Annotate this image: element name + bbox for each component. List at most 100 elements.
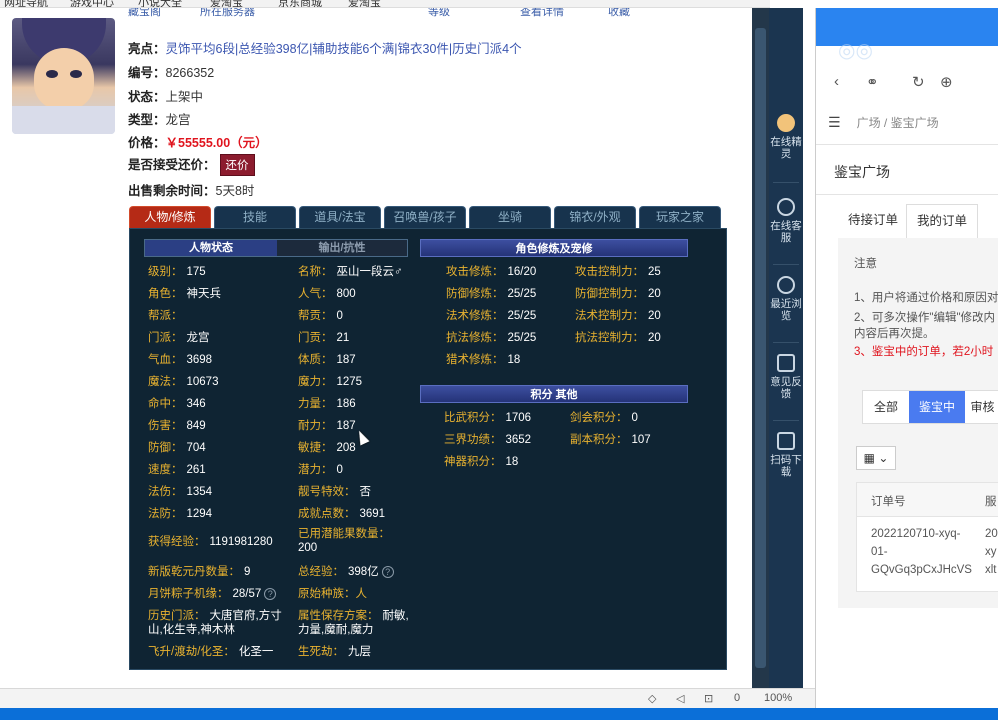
edit-icon xyxy=(777,354,795,372)
id-row: 编号：8266352 xyxy=(128,66,215,80)
points-merit: 三界功绩： 3652 xyxy=(444,434,532,446)
time-row: 出售剩余时间：5天8时 xyxy=(128,184,255,198)
sprite-face-icon xyxy=(777,114,795,132)
download-icon[interactable]: ⊡ xyxy=(704,692,713,705)
panel-nav: ‹ ⚭ ↻ ⊕ xyxy=(816,68,998,98)
stat-guild-contrib: 帮贡： 0 xyxy=(298,310,343,322)
bookmark-item[interactable]: 爱淘宝 xyxy=(210,0,243,7)
price-row: 价格：￥55555.00（元） xyxy=(128,136,268,150)
dock-recent[interactable]: 最近浏览 xyxy=(770,276,802,322)
character-subtabs: 人物状态 输出/抗性 xyxy=(144,239,408,257)
refresh-icon[interactable]: ↻ xyxy=(912,73,925,91)
bargain-button[interactable]: 还价 xyxy=(219,154,255,176)
stat-potion: 已用潜能果数量： 200 xyxy=(298,528,390,554)
tab-pending-orders[interactable]: 待接订单 xyxy=(838,204,908,238)
stat-plan: 属性保存方案： 耐敏,力量,魔耐,魔力 xyxy=(298,610,409,636)
type-row: 类型：龙宫 xyxy=(128,113,191,127)
help-icon[interactable]: ? xyxy=(381,566,394,578)
tab-character[interactable]: 人物/修炼 xyxy=(129,206,211,228)
globe-icon[interactable]: ⊕ xyxy=(940,73,953,91)
highlights-value: 灵饰平均6段|总经验398亿|辅助技能6个满|锦衣30件|历史门派4个 xyxy=(165,42,522,56)
status-row: 状态：上架中 xyxy=(128,90,204,104)
dock-scan[interactable]: 扫码下载 xyxy=(770,432,802,478)
stat-hp: 气血： 3698 xyxy=(148,354,213,366)
stat-damage: 伤害： 849 xyxy=(148,420,206,432)
bookmark-item[interactable]: 游戏中心 xyxy=(70,0,114,7)
tab-mounts[interactable]: 坐骑 xyxy=(469,206,551,228)
stat-life-tribulation: 生死劫： 九层 xyxy=(298,646,371,658)
stat-race: 原始种族：人 xyxy=(298,588,367,600)
back-icon[interactable]: ‹ xyxy=(834,73,839,90)
bookmark-item[interactable]: 网址导航 xyxy=(4,0,48,7)
topline-site[interactable]: 藏宝阁 xyxy=(128,8,161,18)
table-row[interactable]: 2022120710-xyq- 01- GQvGq3pCxJHcVS 20 xy… xyxy=(857,518,998,592)
subtab-status[interactable]: 人物状态 xyxy=(145,240,277,256)
col-next: 服 xyxy=(985,496,997,508)
tab-outfits[interactable]: 锦衣/外观 xyxy=(554,206,636,228)
dock-online-sprite[interactable]: 在线精灵 xyxy=(770,114,802,160)
stat-mag-def: 法防： 1294 xyxy=(148,508,213,520)
breadcrumb-root[interactable]: 广场 xyxy=(857,116,881,130)
topline-fav-link[interactable]: 收藏 xyxy=(608,8,630,18)
os-taskbar xyxy=(0,708,998,720)
filter-all[interactable]: 全部 xyxy=(863,391,909,423)
right-browser-panel: ◎◎ ‹ ⚭ ↻ ⊕ ☰ 广场 / 鉴宝广场 鉴宝广场 待接订单 我的订单 注意 … xyxy=(815,8,998,708)
bookmarks-bar: 网址导航 游戏中心 小说大全 爱淘宝 京东商城 爱淘宝 xyxy=(0,0,770,8)
listing-page: 藏宝阁 所在服务器 等级 查看详情 收藏 亮点：灵饰平均6段|总经验398亿|辅… xyxy=(0,8,752,688)
highlights-row: 亮点：灵饰平均6段|总经验398亿|辅助技能6个满|锦衣30件|历史门派4个 xyxy=(128,42,522,56)
shield-icon[interactable]: ◇ xyxy=(648,692,656,705)
breadcrumb-leaf[interactable]: 鉴宝广场 xyxy=(891,116,939,130)
notice-line-3: 3、鉴宝中的订单，若2小时 xyxy=(854,346,994,358)
extension-counter[interactable]: 0 xyxy=(734,692,740,704)
dock-feedback[interactable]: 意见反馈 xyxy=(770,354,802,400)
page-scrollbar[interactable] xyxy=(752,8,769,688)
filter-review[interactable]: 审核 xyxy=(965,391,998,423)
column-toggle-button[interactable]: ▦ ⌄ xyxy=(856,446,896,470)
stat-name: 名称： 巫山一段云♂ xyxy=(298,266,403,278)
notice-line-2: 2、可多次操作"编辑"修改内 xyxy=(854,312,996,324)
points-header: 积分 其他 xyxy=(420,385,688,403)
character-panel: 人物状态 输出/抗性 角色修炼及宠修 积分 其他 级别： 175 角色： 神天兵 帮… xyxy=(129,228,727,670)
tab-skills[interactable]: 技能 xyxy=(214,206,296,228)
side-dock: 在线精灵 在线客服 最近浏览 意见反馈 扫码下载 xyxy=(769,8,803,688)
stat-role: 角色： 神天兵 xyxy=(148,288,221,300)
col-order-id: 订单号 xyxy=(871,496,906,508)
stat-defense: 防御： 704 xyxy=(148,442,206,454)
help-icon[interactable]: ? xyxy=(264,588,277,600)
points-pvp: 比武积分： 1706 xyxy=(444,412,532,424)
bookmark-item[interactable]: 小说大全 xyxy=(138,0,182,7)
cultivation-header: 角色修炼及宠修 xyxy=(420,239,688,257)
menu-icon[interactable]: ☰ xyxy=(828,114,841,130)
stat-exp: 获得经验： 1191981280 xyxy=(148,536,273,548)
topline-detail-link[interactable]: 查看详情 xyxy=(520,8,564,18)
tab-items[interactable]: 道具/法宝 xyxy=(299,206,381,228)
listing-topline: 藏宝阁 所在服务器 等级 查看详情 收藏 xyxy=(128,8,728,18)
bargain-row: 是否接受还价： 还价 xyxy=(128,154,255,176)
scrollbar-thumb[interactable] xyxy=(755,28,766,668)
speaker-icon[interactable]: ◁ xyxy=(676,692,684,705)
brand-logo: ◎◎ xyxy=(838,40,873,62)
bookmark-item[interactable]: 京东商城 xyxy=(278,0,322,7)
subtab-output[interactable]: 输出/抗性 xyxy=(277,240,407,256)
notice-line-2b: 内容后再次提。 xyxy=(854,328,935,340)
stat-magic: 魔力： 1275 xyxy=(298,376,363,388)
bookmark-item[interactable]: 爱淘宝 xyxy=(348,0,381,7)
link-icon[interactable]: ⚭ xyxy=(866,73,879,91)
cult-hunting: 猎术修炼： 18 xyxy=(446,354,521,366)
stat-sect-contrib: 门贡： 21 xyxy=(298,332,350,344)
grid-icon: ▦ xyxy=(863,451,875,465)
tab-my-orders[interactable]: 我的订单 xyxy=(906,204,979,238)
zoom-level[interactable]: 100% xyxy=(764,692,792,704)
scan-icon xyxy=(777,432,795,450)
stat-mag-dmg: 法伤： 1354 xyxy=(148,486,213,498)
type-value: 龙宫 xyxy=(165,113,191,127)
breadcrumb: ☰ 广场 / 鉴宝广场 xyxy=(828,114,939,130)
tab-home[interactable]: 玩家之家 xyxy=(639,206,721,228)
orders-table: 订单号 服 2022120710-xyq- 01- GQvGq3pCxJHcVS… xyxy=(856,482,998,592)
topline-level: 等级 xyxy=(428,8,450,18)
dock-customer-service[interactable]: 在线客服 xyxy=(770,198,802,244)
stat-agility: 敏捷： 208 xyxy=(298,442,356,454)
filter-active[interactable]: 鉴宝中 xyxy=(909,391,965,423)
points-sword: 剑会积分： 0 xyxy=(570,412,638,424)
tab-pets[interactable]: 召唤兽/孩子 xyxy=(384,206,466,228)
